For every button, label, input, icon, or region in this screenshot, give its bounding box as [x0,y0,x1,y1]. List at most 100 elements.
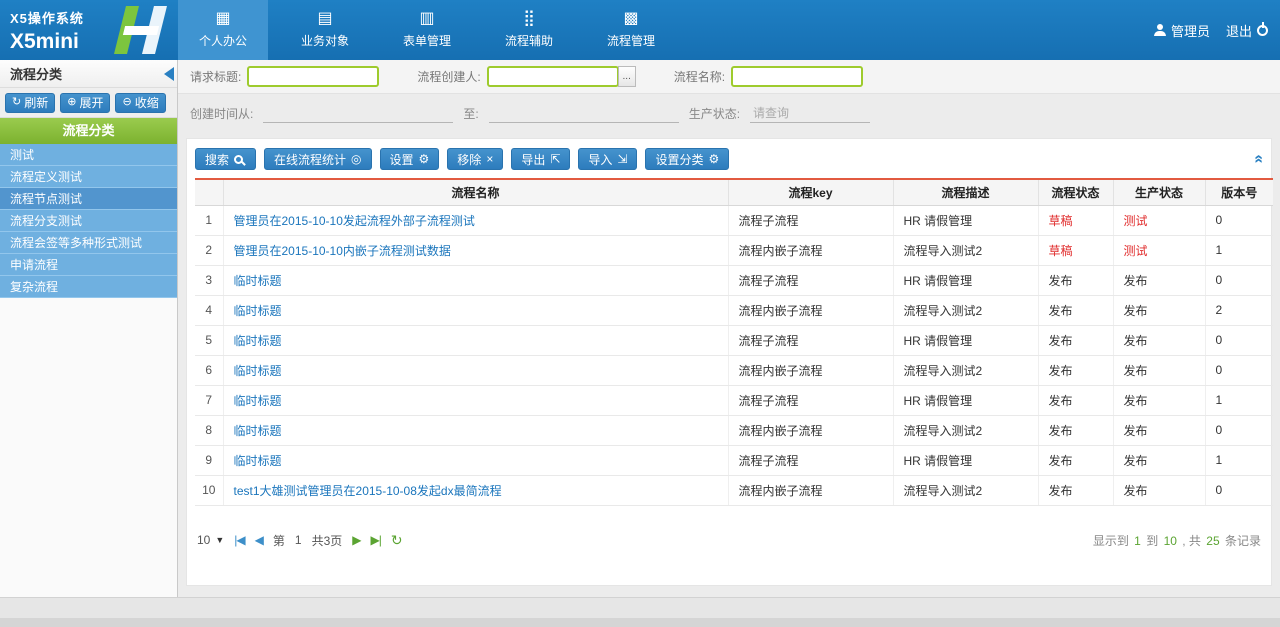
prod-status-badge: 测试 [1113,205,1205,235]
reload-grid-icon[interactable]: ↻ [391,532,403,549]
search-label: 搜索 [205,151,229,168]
process-key-cell: 流程子流程 [728,205,893,235]
col-header-prod-status[interactable]: 生产状态 [1113,179,1205,205]
col-header-process-key[interactable]: 流程key [728,179,893,205]
refresh-button[interactable]: ↻ 刷新 [5,93,55,113]
collapse-all-button[interactable]: ⊖ 收缩 [115,93,165,113]
col-header-process-status[interactable]: 流程状态 [1038,179,1113,205]
table-row[interactable]: 6 临时标题 流程内嵌子流程 流程导入测试2 发布 发布 0 [195,355,1273,385]
table-row[interactable]: 3 临时标题 流程子流程 HR 请假管理 发布 发布 0 [195,265,1273,295]
process-name-link[interactable]: 临时标题 [223,295,728,325]
process-key-cell: 流程子流程 [728,325,893,355]
first-page-button[interactable]: |◀ [234,533,244,547]
process-creator-input[interactable] [487,66,619,87]
process-desc-cell: 流程导入测试2 [893,355,1038,385]
online-process-stats-button[interactable]: 在线流程统计 ◎ [264,148,372,170]
remove-button[interactable]: 移除 × [447,148,503,170]
process-name-label: 流程名称: [674,68,725,85]
grid-toolbar: 搜索 在线流程统计 ◎ 设置 ⚙ 移除 × 导出 ⇱ [195,145,1263,178]
process-name-link[interactable]: 临时标题 [223,325,728,355]
expand-all-button[interactable]: ⊕ 展开 [60,93,110,113]
settings-button[interactable]: 设置 ⚙ [380,148,440,170]
nav-item-process-assist[interactable]: ⣿ 流程辅助 [484,0,574,60]
top-bar: X5操作系统 X5mini ▦ 个人办公 ▤ 业务对象 ▥ 表单管理 ⣿ 流程辅… [0,0,1280,60]
prod-status-badge: 发布 [1113,355,1205,385]
export-button[interactable]: 导出 ⇱ [511,148,570,170]
process-desc-cell: HR 请假管理 [893,385,1038,415]
user-area: 管理员 退出 [1154,0,1268,60]
process-key-cell: 流程内嵌子流程 [728,295,893,325]
table-row[interactable]: 2 管理员在2015-10-10内嵌子流程测试数据 流程内嵌子流程 流程导入测试… [195,235,1273,265]
prev-page-button[interactable]: ◀ [255,533,263,547]
table-row[interactable]: 9 临时标题 流程子流程 HR 请假管理 发布 发布 1 [195,445,1273,475]
created-to-input[interactable] [489,103,679,123]
sidebar-item-apply-process[interactable]: 申请流程 [0,254,177,276]
main-nav: ▦ 个人办公 ▤ 业务对象 ▥ 表单管理 ⣿ 流程辅助 ▩ 流程管理 [178,0,688,60]
wrench-icon: ⚙ [419,153,430,165]
sidebar-item-process-countersign-test[interactable]: 流程会签等多种形式测试 [0,232,177,254]
page-size-select[interactable]: 10 ▼ [197,533,224,547]
status-badge: 发布 [1038,445,1113,475]
summary-text: 到 [1146,534,1158,548]
process-name-link[interactable]: 临时标题 [223,265,728,295]
process-name-link[interactable]: 临时标题 [223,415,728,445]
logout-button[interactable]: 退出 [1226,21,1268,40]
sidebar-item-complex-process[interactable]: 复杂流程 [0,276,177,298]
col-header-process-desc[interactable]: 流程描述 [893,179,1038,205]
creator-picker-button[interactable]: ... [618,66,636,87]
sidebar-item-process-branch-test[interactable]: 流程分支测试 [0,210,177,232]
nav-label: 个人办公 [199,32,247,49]
table-row[interactable]: 1 管理员在2015-10-10发起流程外部子流程测试 流程子流程 HR 请假管… [195,205,1273,235]
nav-item-personal-office[interactable]: ▦ 个人办公 [178,0,268,60]
nav-item-business-objects[interactable]: ▤ 业务对象 [280,0,370,60]
process-name-link[interactable]: 临时标题 [223,355,728,385]
col-header-process-name[interactable]: 流程名称 [223,179,728,205]
sidebar-item-process-node-test[interactable]: 流程节点测试 [0,188,177,210]
record-summary: 显示到 1 到 10 , 共 25 条记录 [1093,532,1261,549]
set-category-button[interactable]: 设置分类 ⚙ [645,148,729,170]
sidebar-item-test[interactable]: 测试 [0,144,177,166]
request-title-input[interactable] [247,66,379,87]
current-user[interactable]: 管理员 [1154,21,1210,40]
prod-status-input[interactable] [750,103,870,123]
search-button[interactable]: 搜索 [195,148,256,170]
nav-item-process-management[interactable]: ▩ 流程管理 [586,0,676,60]
nav-item-form-management[interactable]: ▥ 表单管理 [382,0,472,60]
collapse-search-chevron-icon[interactable]: « [1250,155,1268,164]
last-page-button[interactable]: ▶| [371,533,381,547]
created-from-input[interactable] [263,103,453,123]
settings-label: 设置 [390,151,414,168]
import-button[interactable]: 导入 ⇲ [578,148,637,170]
to-label: 至: [463,105,478,122]
refresh-icon: ↻ [12,97,21,108]
process-name-link[interactable]: test1大雄测试管理员在2015-10-08发起dx最简流程 [223,475,728,505]
table-row[interactable]: 7 临时标题 流程子流程 HR 请假管理 发布 发布 1 [195,385,1273,415]
sidebar-collapse-arrow-icon[interactable] [164,67,174,81]
summary-total: 25 [1206,534,1219,548]
remove-label: 移除 [457,151,481,168]
sidebar-item-process-definition-test[interactable]: 流程定义测试 [0,166,177,188]
table-row[interactable]: 10 test1大雄测试管理员在2015-10-08发起dx最简流程 流程内嵌子… [195,475,1273,505]
status-badge: 发布 [1038,355,1113,385]
summary-from: 1 [1134,534,1141,548]
col-header-version[interactable]: 版本号 [1205,179,1273,205]
table-row[interactable]: 4 临时标题 流程内嵌子流程 流程导入测试2 发布 发布 2 [195,295,1273,325]
process-name-link[interactable]: 临时标题 [223,385,728,415]
gear-icon: ⚙ [709,153,720,165]
process-name-link[interactable]: 临时标题 [223,445,728,475]
page-prefix: 第 [273,532,285,549]
prod-status-label: 生产状态: [689,105,740,122]
process-name-link[interactable]: 管理员在2015-10-10发起流程外部子流程测试 [223,205,728,235]
process-name-input[interactable] [731,66,863,87]
next-page-button[interactable]: ▶ [352,533,360,547]
col-header-num [195,179,223,205]
table-row[interactable]: 8 临时标题 流程内嵌子流程 流程导入测试2 发布 发布 0 [195,415,1273,445]
process-name-link[interactable]: 管理员在2015-10-10内嵌子流程测试数据 [223,235,728,265]
dots-grid-icon: ⣿ [523,11,535,27]
table-row[interactable]: 5 临时标题 流程子流程 HR 请假管理 发布 发布 0 [195,325,1273,355]
close-icon: × [486,153,493,165]
version-cell: 0 [1205,415,1273,445]
row-number: 2 [195,235,223,265]
prod-status-badge: 发布 [1113,265,1205,295]
page-number-input[interactable]: 1 [295,533,302,547]
